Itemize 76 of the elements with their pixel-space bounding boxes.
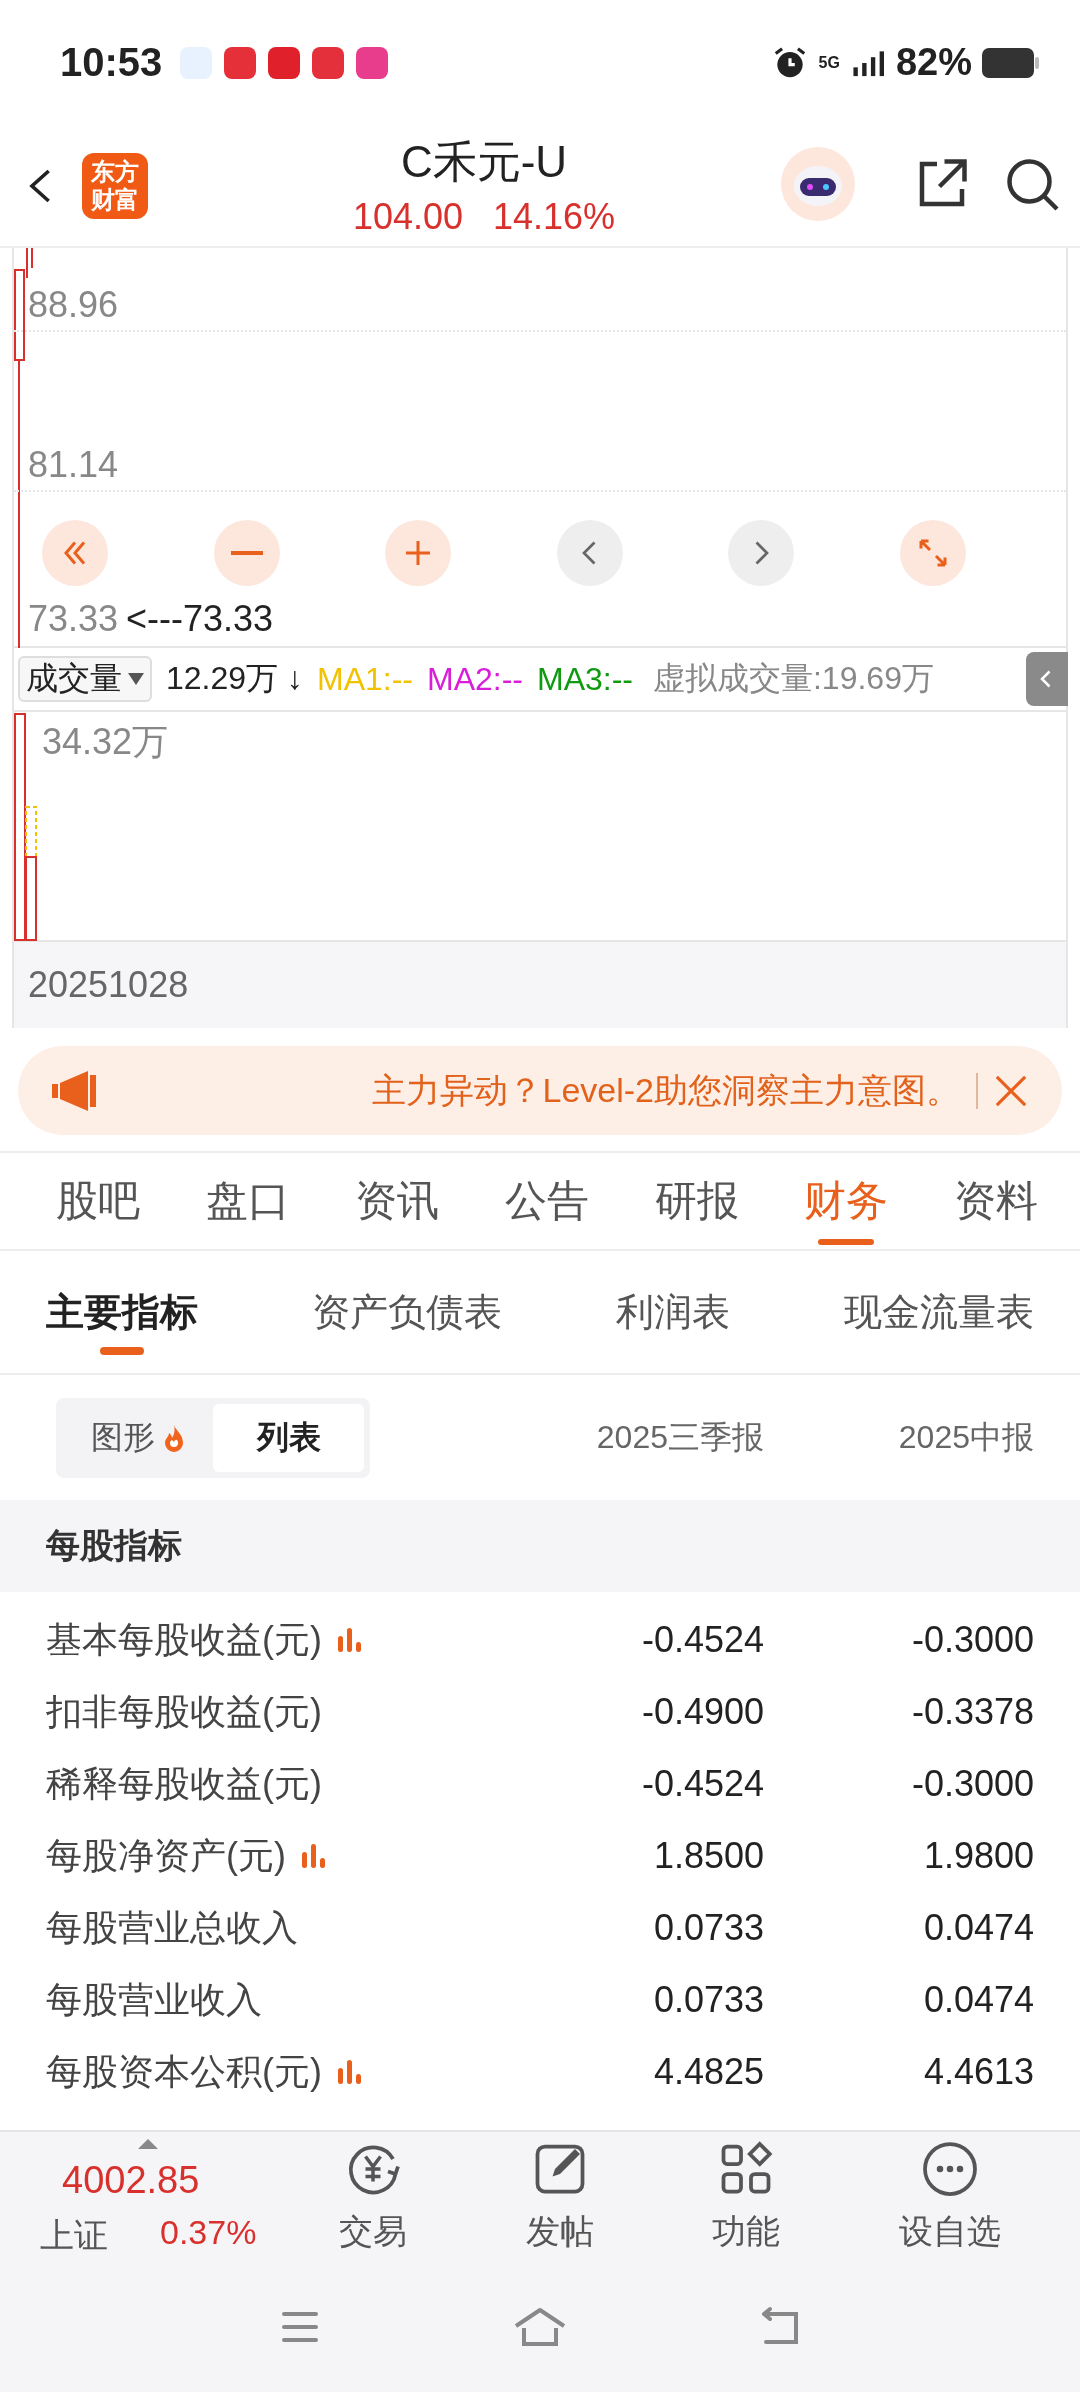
- tab[interactable]: 公告: [504, 1153, 589, 1249]
- metric-value: -0.3378: [910, 1691, 1034, 1733]
- stock-price: 104.00: [352, 196, 463, 238]
- volume-selector[interactable]: 成交量: [18, 656, 152, 702]
- metric-value: 4.4613: [922, 2051, 1034, 2093]
- metric-value: 4.4825: [652, 2051, 764, 2093]
- up-arrow-icon: [138, 2139, 158, 2149]
- close-icon: [994, 1073, 1028, 1108]
- price-change: 14.16%: [493, 196, 616, 238]
- status-time: 10:53: [60, 40, 163, 85]
- tab[interactable]: 股吧: [56, 1153, 140, 1249]
- app-logo: 东方财富: [82, 152, 148, 219]
- metric-value: -0.3000: [910, 1763, 1034, 1805]
- toggle-option[interactable]: 列表: [213, 1403, 364, 1472]
- app-icon: [268, 46, 301, 79]
- sub-tab[interactable]: 资产负债表: [312, 1251, 502, 1373]
- column-header: 2025三季报: [595, 1417, 764, 1457]
- tab[interactable]: 资料: [953, 1153, 1038, 1249]
- toggle-option[interactable]: 图形: [62, 1403, 213, 1472]
- metric-value: 0.0474: [922, 1979, 1034, 2021]
- nav-button[interactable]: 功能: [712, 2139, 781, 2255]
- nav-button[interactable]: 交易: [339, 2139, 408, 2255]
- metric-value: 1.8500: [652, 1835, 764, 1877]
- network-label: 5G: [818, 53, 840, 72]
- tab[interactable]: 研报: [654, 1153, 739, 1249]
- metric-name: 扣非每股收益(元): [46, 1689, 322, 1734]
- column-header: 2025中报: [897, 1417, 1034, 1457]
- index-name: 上证: [40, 2215, 108, 2256]
- metric-value: -0.3000: [910, 1619, 1034, 1661]
- metric-name: 每股营业收入: [46, 1977, 262, 2022]
- sub-tab[interactable]: 主要指标: [46, 1251, 198, 1373]
- metric-name: 每股资本公积(元): [46, 2049, 322, 2094]
- sub-tab[interactable]: 现金流量表: [844, 1251, 1034, 1373]
- close-button[interactable]: [994, 1073, 1028, 1108]
- chart-date: 20251028: [14, 942, 1066, 1028]
- metric-name: 稀释每股收益(元): [46, 1761, 322, 1806]
- app-icon: [312, 46, 345, 79]
- metric-name: 每股净资产(元): [46, 1833, 286, 1878]
- price-marker: <---73.33: [126, 598, 274, 640]
- app-icon: [224, 46, 257, 79]
- metric-value: -0.4900: [640, 1691, 764, 1733]
- moving-average-label: MA3:--: [536, 660, 633, 698]
- app-icon: [356, 46, 389, 79]
- promo-text: 主力异动？Level-2助您洞察主力意图。: [371, 1069, 960, 1111]
- metric-value: -0.4524: [640, 1619, 764, 1661]
- virtual-volume: 虚拟成交量:19.69万: [652, 659, 934, 698]
- stock-name: C禾元-U: [400, 136, 568, 188]
- metric-name: 基本每股收益(元): [46, 1617, 322, 1662]
- nav-button[interactable]: 发帖: [525, 2139, 594, 2255]
- volume-axis-label: 34.32万: [42, 720, 169, 764]
- moving-average-label: MA2:--: [426, 660, 523, 698]
- nav-button[interactable]: 设自选: [898, 2139, 1001, 2255]
- price-axis-label: 88.96: [28, 284, 119, 326]
- metric-value: 0.0733: [652, 1979, 764, 2021]
- metric-value: 0.0733: [652, 1907, 764, 1949]
- metric-name: 每股营业总收入: [46, 1905, 298, 1950]
- sub-tab[interactable]: 利润表: [616, 1251, 730, 1373]
- index-ticker[interactable]: 4002.85 上证 0.37%: [20, 2137, 280, 2257]
- volume-value: 12.29万 ↓: [166, 659, 303, 698]
- minus-icon: [228, 551, 265, 555]
- dropdown-icon: [128, 673, 144, 685]
- collapse-button[interactable]: [1026, 652, 1068, 706]
- metric-value: 1.9800: [922, 1835, 1034, 1877]
- robot-icon: [780, 146, 856, 222]
- price-axis-label: 73.33: [28, 598, 119, 640]
- battery-percent: 82%: [895, 41, 972, 84]
- price-axis-label: 81.14: [28, 444, 119, 486]
- section-header: 每股指标: [0, 1500, 1080, 1592]
- index-value: 4002.85: [62, 2159, 200, 2202]
- tab[interactable]: 资讯: [355, 1153, 440, 1249]
- moving-average-label: MA1:--: [316, 660, 413, 698]
- metric-value: -0.4524: [640, 1763, 764, 1805]
- tab[interactable]: 盘口: [205, 1153, 290, 1249]
- metric-value: 0.0474: [922, 1907, 1034, 1949]
- battery-icon: [982, 47, 1040, 78]
- index-change: 0.37%: [160, 2213, 257, 2252]
